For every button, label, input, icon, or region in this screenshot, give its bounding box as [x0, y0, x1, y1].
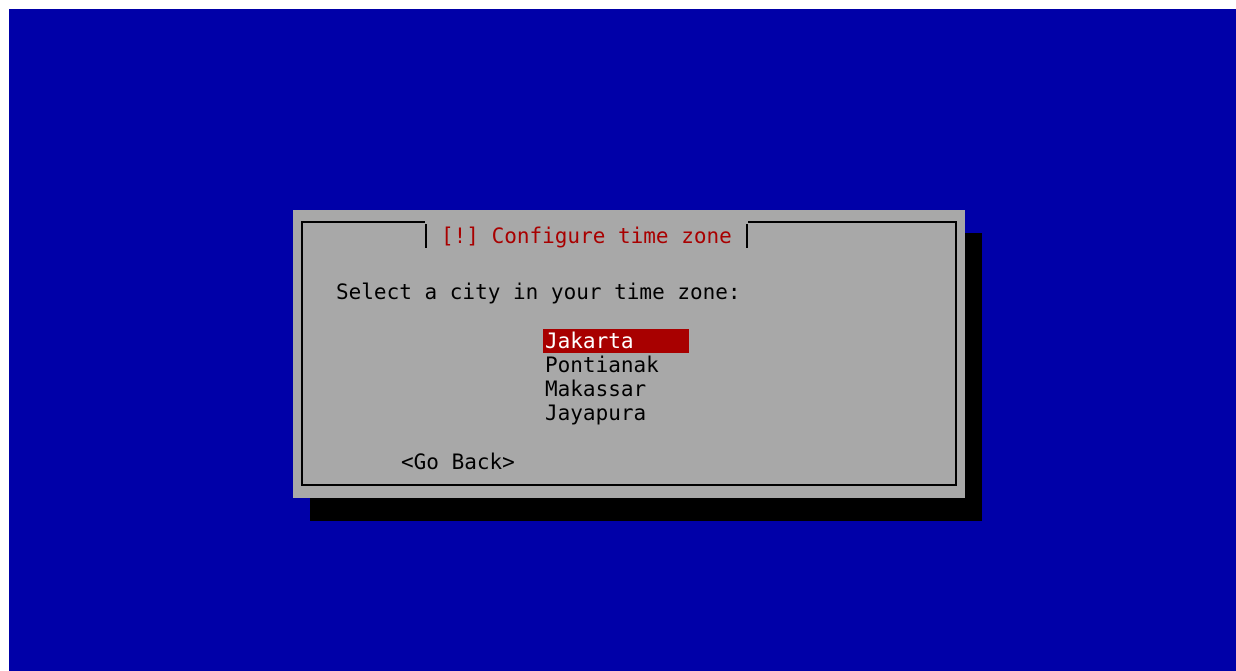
- city-option-jayapura[interactable]: Jayapura: [543, 401, 689, 425]
- dialog-title-bar: [!] Configure time zone: [425, 220, 748, 252]
- city-option-makassar[interactable]: Makassar: [543, 377, 689, 401]
- city-option-jakarta[interactable]: Jakarta: [543, 329, 689, 353]
- dialog-title: [!] Configure time zone: [441, 224, 732, 248]
- city-list: Jakarta Pontianak Makassar Jayapura: [543, 329, 689, 425]
- dialog-frame: [!] Configure time zone Select a city in…: [301, 220, 957, 486]
- go-back-button[interactable]: <Go Back>: [401, 450, 515, 474]
- configure-time-zone-dialog: [!] Configure time zone Select a city in…: [293, 210, 965, 498]
- city-option-pontianak[interactable]: Pontianak: [543, 353, 689, 377]
- installer-screen: [!] Configure time zone Select a city in…: [9, 9, 1236, 671]
- title-right-tick: [745, 224, 748, 248]
- city-prompt: Select a city in your time zone:: [336, 280, 741, 304]
